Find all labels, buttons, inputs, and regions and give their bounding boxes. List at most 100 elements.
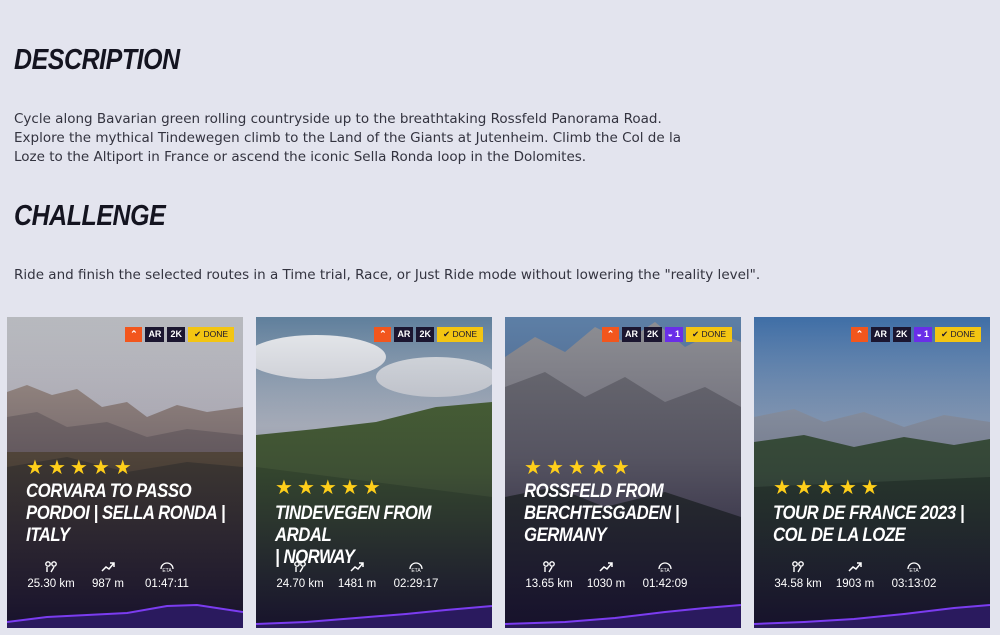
rating-stars: ★ ★ ★ ★ ★ — [524, 457, 630, 477]
eta-icon: ETA — [658, 562, 672, 574]
challenge-text: Ride and finish the selected routes in a… — [14, 267, 761, 283]
trending-up-icon — [848, 562, 862, 572]
done-badge: ✔ DONE — [436, 327, 483, 342]
done-label: DONE — [452, 329, 477, 339]
route-card[interactable]: ⌃ AR 2K ✔ DONE ★ ★ ★ ★ ★ TINDEVEGEN FROM ARD… — [256, 317, 492, 628]
helmet-icon: ◒ — [916, 329, 922, 339]
star-icon: ★ — [69, 455, 88, 479]
rating-stars: ★ ★ ★ ★ ★ — [26, 457, 132, 477]
resolution-badge: 2K — [643, 327, 662, 342]
description-line: Cycle along Bavarian green rolling count… — [14, 111, 662, 127]
route-card[interactable]: ⌃ AR 2K ◒ 1 ✔ DONE ★ ★ ★ ★ ★ TOUR DE FRANCE 2… — [754, 317, 990, 628]
eta-stat: ETA 02:29:17 — [381, 560, 451, 590]
star-icon: ★ — [113, 455, 132, 479]
route-title-line: PORDOI | SELLA RONDA | — [26, 503, 226, 524]
resolution-badge: 2K — [416, 327, 434, 342]
eta-stat: ETA 03:13:02 — [879, 560, 949, 590]
badge-group: ⌃ AR 2K ◒ 1 ✔ DONE — [850, 327, 981, 342]
community-count: 1 — [923, 329, 929, 339]
route-title: ROSSFELD FROM BERCHTESGADEN | GERMANY — [524, 481, 725, 547]
badge-group: ⌃ AR 2K ✔ DONE — [125, 327, 234, 342]
strava-icon: ⌃ — [125, 327, 143, 342]
community-badge: ◒ 1 — [913, 327, 932, 342]
eta-value: 01:47:11 — [145, 578, 189, 590]
route-title: CORVARA TO PASSO PORDOI | SELLA RONDA | … — [26, 481, 227, 547]
star-icon: ★ — [524, 455, 542, 479]
star-icon: ★ — [362, 475, 381, 499]
star-icon: ★ — [340, 475, 359, 499]
star-icon: ★ — [611, 455, 630, 479]
distance-icon — [543, 561, 555, 573]
eta-icon: ETA — [409, 562, 423, 574]
star-icon: ★ — [545, 455, 564, 479]
star-icon: ★ — [296, 475, 315, 499]
done-label: DONE — [203, 329, 228, 339]
route-card[interactable]: ⌃ AR 2K ◒ 1 ✔ DONE ★ ★ ★ ★ ★ ROSSFELD FROM BE… — [505, 317, 741, 628]
route-title-line: BERCHTESGADEN | — [524, 503, 680, 524]
route-title-line: COL DE LA LOZE — [773, 525, 906, 546]
badge-group: ⌃ AR 2K ◒ 1 ✔ DONE — [601, 327, 732, 342]
ar-badge: AR — [870, 327, 890, 342]
svg-text:ETA: ETA — [660, 568, 670, 574]
eta-stat: ETA 01:47:11 — [132, 560, 202, 590]
star-icon: ★ — [275, 475, 293, 499]
rating-stars: ★ ★ ★ ★ ★ — [773, 477, 879, 497]
star-icon: ★ — [567, 455, 586, 479]
trending-up-icon — [350, 562, 364, 572]
resolution-badge: 2K — [892, 327, 911, 342]
svg-text:ETA: ETA — [162, 568, 172, 574]
eta-value: 02:29:17 — [393, 578, 439, 590]
community-count: 1 — [674, 329, 680, 339]
distance-icon — [294, 561, 306, 573]
eta-value: 01:42:09 — [642, 578, 688, 590]
eta-icon: ETA — [160, 562, 174, 574]
ar-badge: AR — [621, 327, 641, 342]
community-badge: ◒ 1 — [664, 327, 683, 342]
star-icon: ★ — [773, 475, 791, 499]
elevation-profile — [256, 605, 492, 628]
elevation-profile — [754, 604, 990, 628]
elevation-profile — [505, 604, 741, 628]
resolution-badge: 2K — [167, 327, 185, 342]
route-card[interactable]: ⌃ AR 2K ✔ DONE ★ ★ ★ ★ ★ CORVARA TO PASSO PO… — [7, 317, 243, 628]
badge-group: ⌃ AR 2K ✔ DONE — [374, 327, 483, 342]
route-title-line: ITALY — [26, 525, 70, 546]
route-title-line: TINDEVEGEN FROM ARDAL — [275, 503, 431, 546]
star-icon: ★ — [816, 475, 835, 499]
description-text: Cycle along Bavarian green rolling count… — [14, 110, 681, 167]
done-badge: ✔ DONE — [934, 327, 981, 342]
star-icon: ★ — [318, 475, 337, 499]
route-title-line: GERMANY — [524, 525, 607, 546]
ar-badge: AR — [394, 327, 414, 342]
done-label: DONE — [950, 329, 975, 339]
star-icon: ★ — [589, 455, 608, 479]
star-icon: ★ — [47, 455, 66, 479]
star-icon: ★ — [794, 475, 813, 499]
route-title: TOUR DE FRANCE 2023 | COL DE LA LOZE — [773, 503, 974, 547]
trending-up-icon — [599, 562, 613, 572]
route-card-list: ⌃ AR 2K ✔ DONE ★ ★ ★ ★ ★ CORVARA TO PASSO PO… — [7, 317, 990, 628]
description-heading: DESCRIPTION — [14, 44, 180, 76]
done-label: DONE — [701, 329, 726, 339]
route-title-line: CORVARA TO PASSO — [26, 481, 192, 502]
description-line: Loze to the Altiport in France or ascend… — [14, 149, 587, 165]
eta-icon: ETA — [907, 562, 921, 574]
rating-stars: ★ ★ ★ ★ ★ — [275, 477, 381, 497]
route-title-line: TOUR DE FRANCE 2023 | — [773, 503, 965, 524]
svg-text:ETA: ETA — [411, 568, 421, 574]
elevation-profile — [7, 603, 243, 628]
route-title-line: ROSSFELD FROM — [524, 481, 664, 502]
star-icon: ★ — [91, 455, 110, 479]
strava-icon: ⌃ — [374, 327, 392, 342]
star-icon: ★ — [860, 475, 879, 499]
strava-icon: ⌃ — [601, 327, 619, 342]
done-badge: ✔ DONE — [685, 327, 732, 342]
svg-text:ETA: ETA — [909, 568, 919, 574]
done-badge: ✔ DONE — [187, 327, 234, 342]
star-icon: ★ — [26, 455, 44, 479]
strava-icon: ⌃ — [850, 327, 868, 342]
star-icon: ★ — [838, 475, 857, 499]
description-line: Explore the mythical Tindewegen climb to… — [14, 130, 681, 146]
helmet-icon: ◒ — [667, 329, 673, 339]
challenge-heading: CHALLENGE — [14, 200, 166, 232]
